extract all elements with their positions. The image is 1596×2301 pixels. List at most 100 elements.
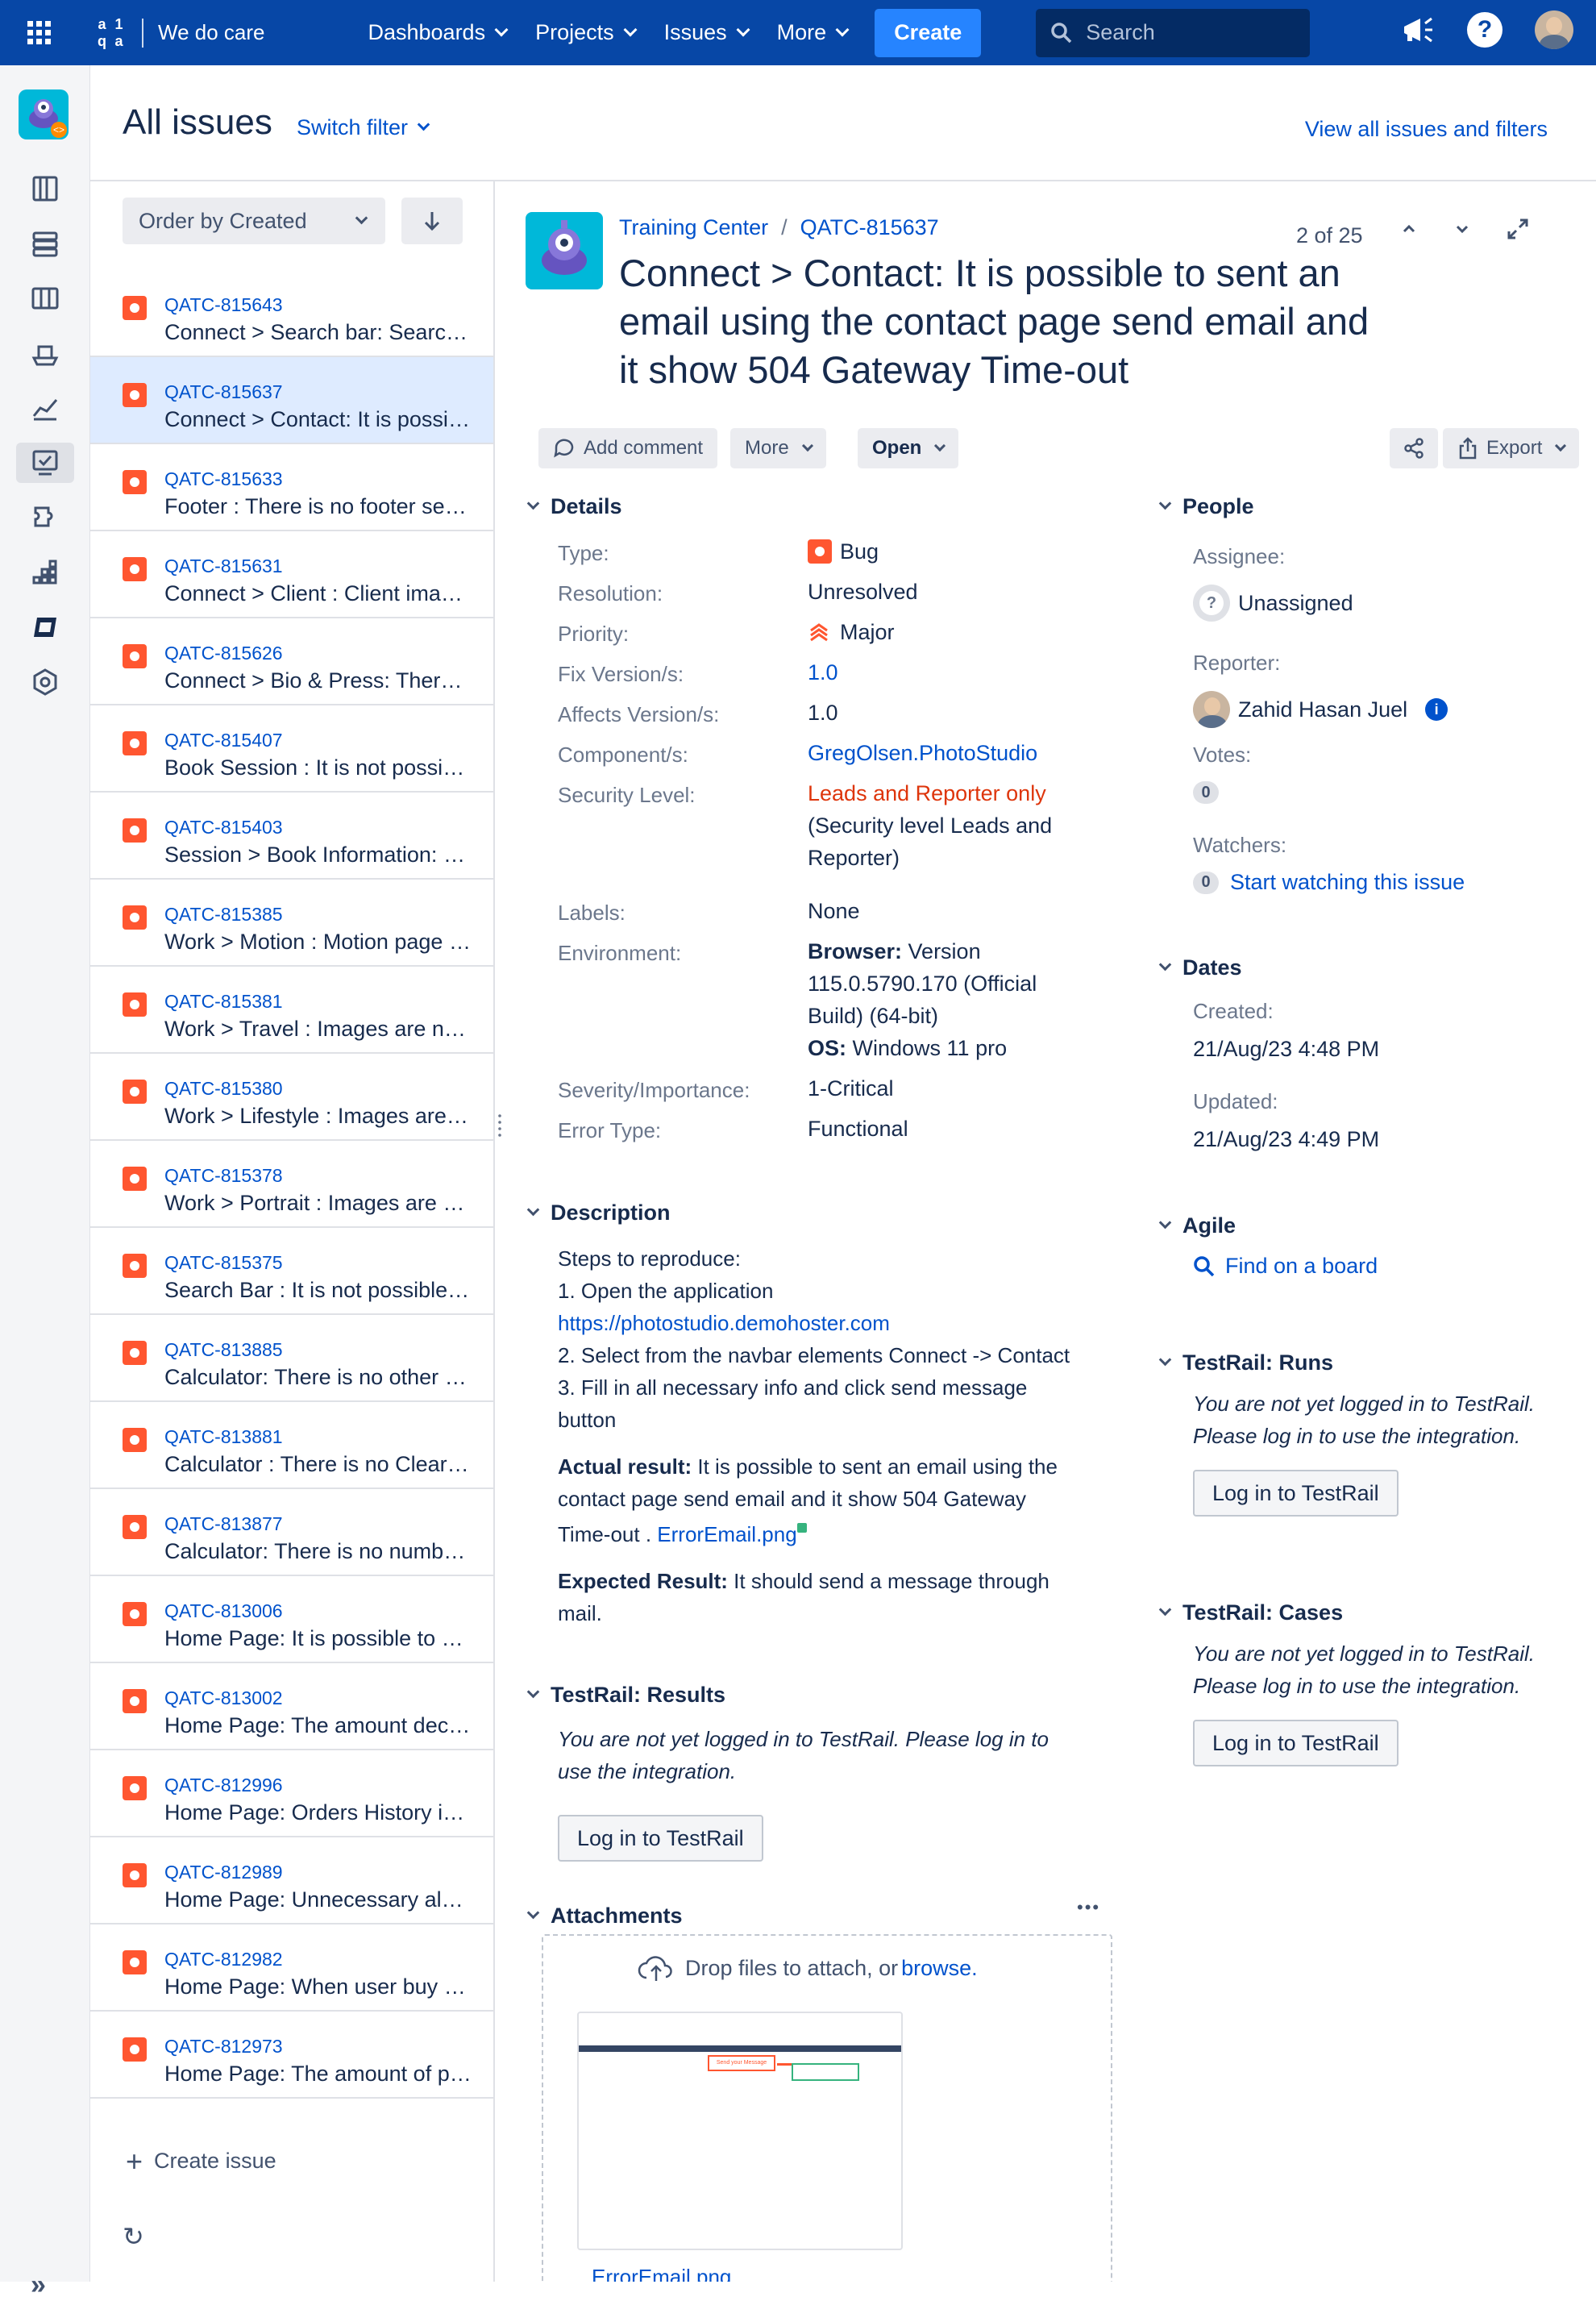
issue-list-item[interactable]: QATC-815633 Footer : There is no footer s… <box>90 444 493 531</box>
issue-list-item[interactable]: QATC-813002 Home Page: The amount decreas… <box>90 1663 493 1750</box>
issue-list-item[interactable]: QATC-813006 Home Page: It is possible to … <box>90 1576 493 1663</box>
nav-issues[interactable]: Issues <box>650 9 763 57</box>
dropzone-text: Drop files to attach, or browse. <box>637 1954 978 1983</box>
testrail-runs-section-toggle[interactable]: TestRail: Runs <box>1158 1350 1333 1375</box>
people-section-toggle[interactable]: People <box>1158 494 1254 519</box>
breadcrumb-project-link[interactable]: Training Center <box>619 215 768 240</box>
chevron-down-icon <box>1158 497 1172 510</box>
create-button[interactable]: Create <box>875 8 982 57</box>
issue-list-item[interactable]: QATC-812966 <box>90 2099 493 2120</box>
description-section-toggle[interactable]: Description <box>526 1200 671 1225</box>
sort-direction-button[interactable] <box>401 198 463 244</box>
attachments-section-toggle[interactable]: Attachments <box>526 1904 683 1929</box>
order-by-dropdown[interactable]: Order by Created <box>123 198 385 244</box>
releases-icon[interactable] <box>23 333 68 373</box>
add-comment-button[interactable]: Add comment <box>538 428 718 468</box>
attachment-filename-link[interactable]: ErrorEmail.png <box>592 2265 731 2282</box>
issue-toolbar: Add comment More Open Export <box>526 428 1580 470</box>
agile-section-toggle[interactable]: Agile <box>1158 1213 1236 1238</box>
testrail-login-button[interactable]: Log in to TestRail <box>558 1815 763 1862</box>
issue-list-item[interactable]: QATC-815626 Connect > Bio & Press: There … <box>90 618 493 705</box>
nav-label: Issues <box>663 20 727 44</box>
refresh-icon[interactable]: ↻ <box>123 2221 144 2252</box>
nav-more[interactable]: More <box>763 9 862 57</box>
panel-resize-handle[interactable] <box>498 1113 501 1138</box>
more-actions-button[interactable]: More <box>730 428 826 468</box>
issue-summary: Home Page: When user buy product <box>164 1974 474 1999</box>
issue-list-item[interactable]: QATC-813877 Calculator: There is no numbe… <box>90 1489 493 1576</box>
issue-list-item[interactable]: QATC-815381 Work > Travel : Images are no… <box>90 967 493 1054</box>
issue-list-item[interactable]: QATC-812982 Home Page: When user buy prod… <box>90 1924 493 2012</box>
issue-list-item[interactable]: QATC-815403 Session > Book Information: m… <box>90 793 493 880</box>
status-dropdown[interactable]: Open <box>858 428 959 468</box>
reporter-value[interactable]: Zahid Hasan Juel i <box>1193 691 1448 728</box>
type-value: Bug <box>808 535 879 568</box>
issue-list-item[interactable]: QATC-815631 Connect > Client : Client ima… <box>90 531 493 618</box>
apps-icon[interactable] <box>23 552 68 593</box>
issue-list-item[interactable]: QATC-812973 Home Page: The amount of prod… <box>90 2012 493 2099</box>
settings-icon[interactable] <box>23 662 68 702</box>
start-watching-link[interactable]: Start watching this issue <box>1230 870 1465 895</box>
org-logo[interactable]: a 1 q a We do care <box>94 16 264 50</box>
info-icon[interactable]: i <box>1425 698 1448 721</box>
share-button[interactable] <box>1390 428 1438 468</box>
testrail-cases-section-toggle[interactable]: TestRail: Cases <box>1158 1600 1343 1625</box>
attachment-thumbnail[interactable]: Send your Message <box>577 2012 903 2250</box>
integration-icon[interactable] <box>23 607 68 647</box>
attachments-more-icon[interactable]: ••• <box>1077 1897 1100 1918</box>
details-section-toggle[interactable]: Details <box>526 494 622 519</box>
list-icon[interactable] <box>23 223 68 264</box>
app-url-link[interactable]: https://photostudio.demohoster.com <box>558 1311 890 1335</box>
attachment-dropzone[interactable]: Drop files to attach, or browse. Send yo… <box>542 1934 1112 2282</box>
issue-list-item[interactable]: QATC-815385 Work > Motion : Motion page i… <box>90 880 493 967</box>
find-on-board-link[interactable]: Find on a board <box>1193 1254 1378 1279</box>
view-all-issues-link[interactable]: View all issues and filters <box>1305 117 1548 142</box>
user-avatar[interactable] <box>1535 10 1573 49</box>
issue-list-item[interactable]: QATC-815375 Search Bar : It is not possib… <box>90 1228 493 1315</box>
fix-version-link[interactable]: 1.0 <box>808 656 838 689</box>
assignee-value[interactable]: ? Unassigned <box>1193 585 1353 622</box>
export-button[interactable]: Export <box>1443 428 1580 468</box>
fix-version-label: Fix Version/s: <box>558 662 684 686</box>
browse-link[interactable]: browse. <box>901 1956 978 1981</box>
component-link[interactable]: GregOlsen.PhotoStudio <box>808 737 1037 769</box>
issue-list-item[interactable]: QATC-815637 Connect > Contact: It is poss… <box>90 357 493 444</box>
issue-list-item[interactable]: QATC-813885 Calculator: There is no other… <box>90 1315 493 1402</box>
expand-issue-icon[interactable] <box>1506 217 1530 241</box>
next-issue-icon[interactable] <box>1453 219 1472 239</box>
help-icon[interactable]: ? <box>1467 12 1502 48</box>
project-avatar[interactable]: <> <box>19 89 69 139</box>
issue-list-item[interactable]: QATC-815643 Connect > Search bar: Search … <box>90 270 493 357</box>
breadcrumb-issue-key-link[interactable]: QATC-815637 <box>800 215 939 240</box>
page-header: All issues Switch filter View all issues… <box>90 65 1596 181</box>
issue-list-item[interactable]: QATC-815380 Work > Lifestyle : Images are… <box>90 1054 493 1141</box>
create-issue-button[interactable]: + Create issue <box>126 2146 276 2175</box>
dates-section-toggle[interactable]: Dates <box>1158 955 1242 980</box>
votes-badge[interactable]: 0 <box>1193 781 1219 804</box>
reports-icon[interactable] <box>23 388 68 428</box>
issue-list-item[interactable]: QATC-813881 Calculator : There is no Clea… <box>90 1402 493 1489</box>
announcement-icon[interactable] <box>1399 12 1435 48</box>
backlog-icon[interactable] <box>23 169 68 209</box>
reporter-label: Reporter: <box>1193 651 1281 675</box>
nav-dashboards[interactable]: Dashboards <box>353 9 521 57</box>
description-line: 1. Open the application <box>558 1279 774 1303</box>
previous-issue-icon[interactable] <box>1399 219 1419 239</box>
issue-list-item[interactable]: QATC-815407 Book Session : It is not poss… <box>90 705 493 793</box>
switch-filter-button[interactable]: Switch filter <box>297 115 430 140</box>
board-icon[interactable] <box>23 278 68 318</box>
nav-projects[interactable]: Projects <box>521 9 650 57</box>
search-input[interactable]: Search <box>1036 8 1311 57</box>
testrail-cases-login-button[interactable]: Log in to TestRail <box>1193 1720 1399 1766</box>
app-switcher-icon[interactable] <box>19 13 60 53</box>
testrail-results-section-toggle[interactable]: TestRail: Results <box>526 1683 725 1708</box>
issue-list-item[interactable]: QATC-815378 Work > Portrait : Images are … <box>90 1141 493 1228</box>
attachment-inline-link[interactable]: ErrorEmail.png <box>657 1522 796 1546</box>
issue-list-item[interactable]: QATC-812989 Home Page: Unnecessary alert … <box>90 1837 493 1924</box>
testrail-runs-login-button[interactable]: Log in to TestRail <box>1193 1470 1399 1517</box>
issues-icon[interactable] <box>16 443 74 483</box>
expand-sidebar-icon[interactable]: » <box>31 2270 46 2301</box>
components-icon[interactable] <box>23 497 68 538</box>
issue-key: QATC-813877 <box>164 1513 283 1534</box>
issue-list-item[interactable]: QATC-812996 Home Page: Orders History is … <box>90 1750 493 1837</box>
